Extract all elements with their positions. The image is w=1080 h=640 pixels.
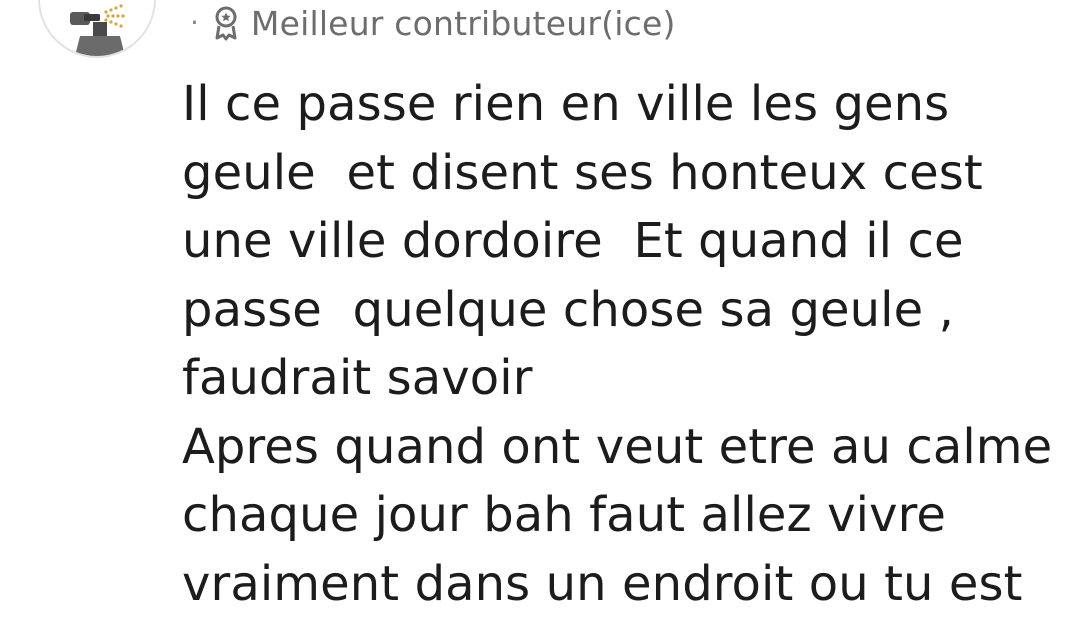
comment-line: chaque jour bah faut allez vivre: [182, 487, 947, 543]
comment-meta: · Meilleur contributeur(ice): [190, 0, 676, 46]
comment-line: vraiment dans un endroit ou tu est: [182, 555, 1023, 612]
award-ribbon-icon: [213, 5, 239, 41]
comment-line: une ville dordoire Et quand il ce: [182, 213, 964, 269]
comment-line: Il ce passe rien en ville les gens: [182, 76, 950, 132]
comment-card: · Meilleur contributeur(ice) Il ce passe…: [0, 0, 1080, 640]
avatar[interactable]: [38, 0, 156, 58]
comment-line: Apres quand ont veut etre au calme: [182, 418, 1053, 475]
comment-line: geule et disent ses honteux cest: [182, 144, 983, 201]
top-contributor-badge: Meilleur contributeur(ice): [250, 3, 676, 43]
perfume-spray-icon: [70, 4, 125, 56]
comment-line: passe quelque chose sa geule ,: [182, 281, 954, 338]
comment-body: Il ce passe rien en ville les gens geule…: [182, 70, 1062, 618]
comment-line: faudrait savoir: [182, 350, 533, 406]
separator-dot: ·: [190, 6, 199, 39]
